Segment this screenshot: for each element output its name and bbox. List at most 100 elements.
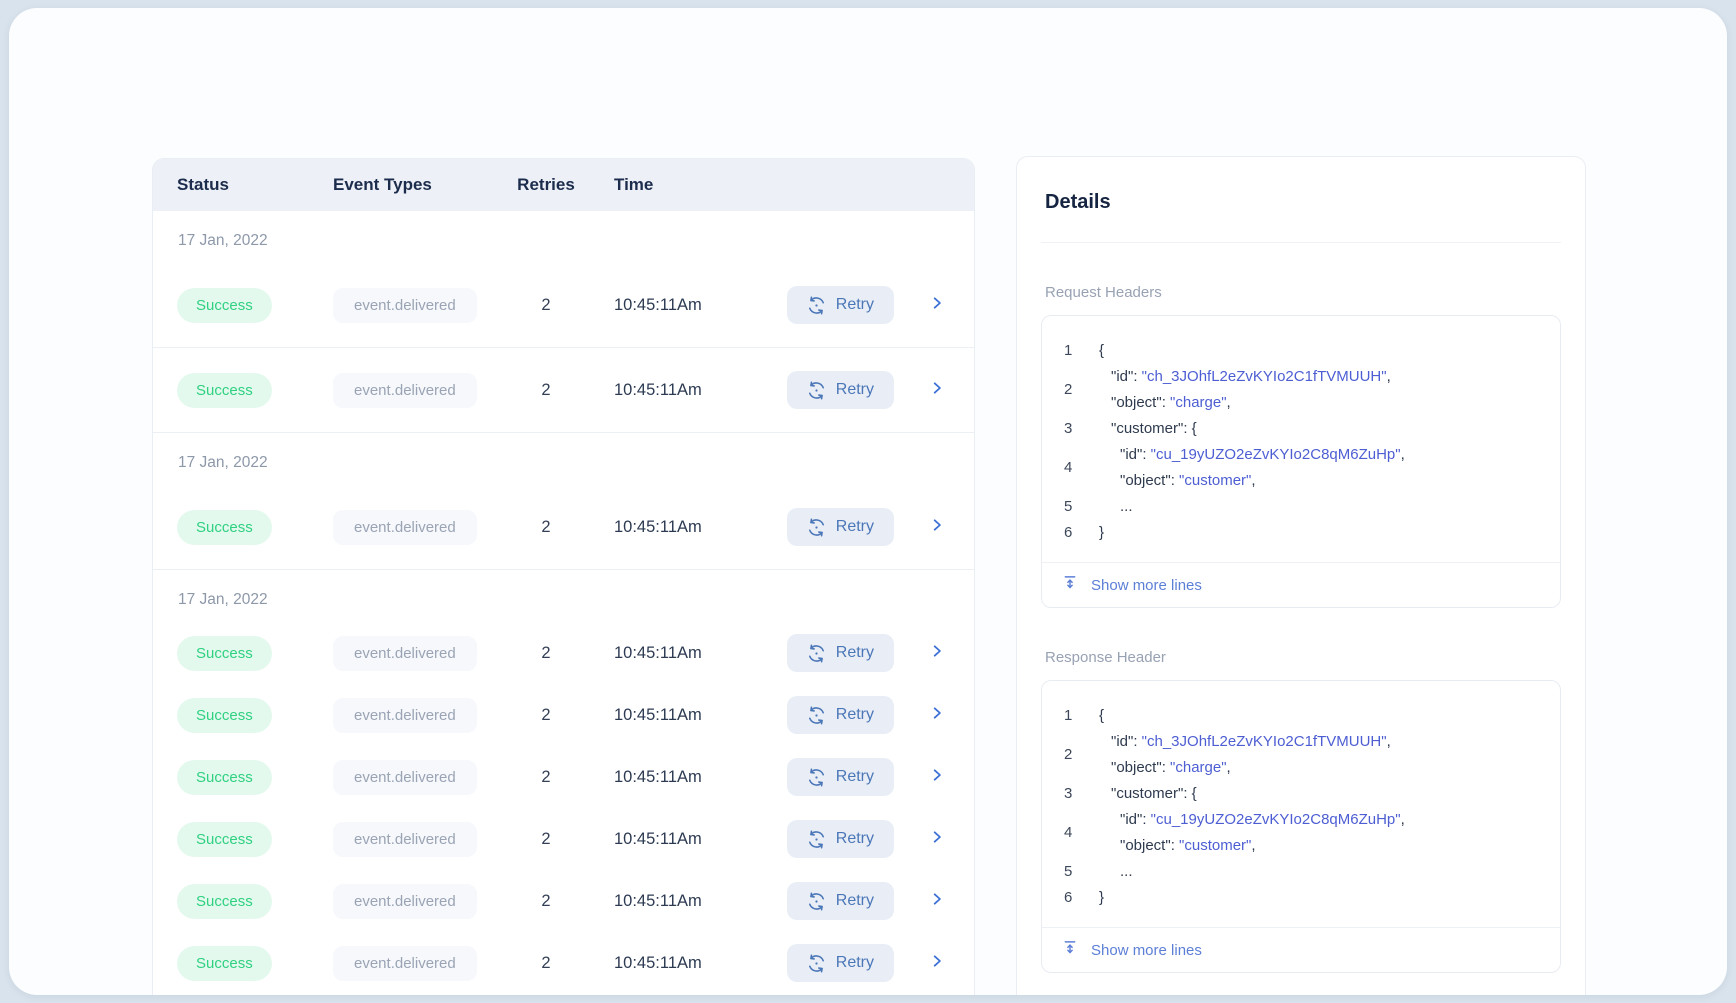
code-row: 3 "customer": { [1064,416,1542,442]
code-section-label: Response Header [1045,649,1166,666]
line-number: 1 [1064,342,1073,359]
row-expand-control[interactable] [930,706,944,725]
event-row[interactable]: Success event.delivered 2 10:45:11Am Ret… [153,808,974,870]
retries-value: 2 [541,705,551,724]
event-row[interactable]: Success event.delivered 2 10:45:11Am Ret… [153,684,974,746]
code-line: "id": "cu_19yUZO2eZvKYIo2C8qM6ZuHp", [1120,446,1405,463]
chevron-right-icon [930,296,944,315]
retries-value: 2 [541,380,551,399]
table-body: 17 Jan, 2022 Success event.delivered 2 1… [153,211,974,994]
time-value: 10:45:11Am [614,767,702,786]
unfold-more-icon [1062,939,1078,961]
time-value: 10:45:11Am [614,705,702,724]
retry-button[interactable]: Retry [786,820,894,858]
event-type-pill: event.delivered [333,821,477,857]
status-badge: Success [177,945,272,981]
row-expand-control[interactable] [930,381,944,400]
code-line: ... [1120,863,1133,880]
event-row[interactable]: Success event.delivered 2 10:45:11Am Ret… [153,932,974,994]
event-type-pill: event.delivered [333,883,477,919]
retry-button[interactable]: Retry [786,286,894,324]
row-expand-control[interactable] [930,768,944,787]
event-type-pill: event.delivered [333,509,477,545]
row-expand-control[interactable] [930,518,944,537]
code-line: "customer": { [1111,785,1197,802]
code-row: 6 } [1064,520,1542,546]
chevron-right-icon [930,954,944,973]
time-value: 10:45:11Am [614,953,702,972]
code-row: 2 "id": "ch_3JOhfL2eZvKYIo2C1fTVMUUH", "o… [1064,729,1542,781]
date-group-rows: Success event.delivered 2 10:45:11Am Ret… [153,622,974,994]
code-section-label: Request Headers [1045,284,1162,301]
code-line: "object": "customer", [1120,837,1256,854]
retry-button[interactable]: Retry [786,696,894,734]
status-badge: Success [177,697,272,733]
event-row[interactable]: Success event.delivered 2 10:45:11Am Ret… [153,348,974,432]
retry-button-label: Retry [835,644,874,661]
retry-button-label: Retry [835,830,874,847]
row-expand-control[interactable] [930,954,944,973]
line-number: 2 [1064,381,1073,398]
code-section: Response Header 1 { 2 "id": "ch_3JOhfL2e… [1041,649,1561,973]
chevron-right-icon [930,768,944,787]
details-divider [1041,242,1561,243]
line-number: 4 [1064,824,1073,841]
code-card: 1 { 2 "id": "ch_3JOhfL2eZvKYIo2C1fTVMUUH… [1041,680,1561,973]
code-line: "id": "ch_3JOhfL2eZvKYIo2C1fTVMUUH", [1111,733,1391,750]
retry-button[interactable]: Retry [786,758,894,796]
event-type-pill: event.delivered [333,759,477,795]
retry-button-label: Retry [835,296,874,313]
event-date-group: 17 Jan, 2022 Success event.delivered 2 1… [153,211,974,433]
row-expand-control[interactable] [930,830,944,849]
event-row[interactable]: Success event.delivered 2 10:45:11Am Ret… [153,746,974,808]
show-more-lines-label: Show more lines [1091,941,1202,959]
show-more-lines-button[interactable]: Show more lines [1042,927,1560,972]
chevron-right-icon [930,706,944,725]
chevron-right-icon [930,644,944,663]
event-type-pill: event.delivered [333,287,477,323]
code-block: 1 { 2 "id": "ch_3JOhfL2eZvKYIo2C1fTVMUUH… [1042,316,1560,562]
retry-icon [807,705,826,725]
code-line: "object": "charge", [1111,759,1231,776]
row-expand-control[interactable] [930,892,944,911]
retry-button[interactable]: Retry [786,634,894,672]
retry-icon [807,517,826,537]
date-group-label: 17 Jan, 2022 [178,232,268,249]
event-row[interactable]: Success event.delivered 2 10:45:11Am Ret… [153,485,974,569]
row-expand-control[interactable] [930,296,944,315]
line-number: 3 [1064,785,1073,802]
code-line: "id": "cu_19yUZO2eZvKYIo2C8qM6ZuHp", [1120,811,1405,828]
show-more-lines-button[interactable]: Show more lines [1042,562,1560,607]
code-line: } [1099,524,1105,541]
event-date-group: 17 Jan, 2022 Success event.delivered 2 1… [153,570,974,994]
code-line: "object": "charge", [1111,394,1231,411]
code-row: 6 } [1064,885,1542,911]
retries-value: 2 [541,767,551,786]
code-row: 5 ... [1064,494,1542,520]
line-number: 1 [1064,707,1073,724]
chevron-right-icon [930,381,944,400]
code-row: 4 "id": "cu_19yUZO2eZvKYIo2C8qM6ZuHp", "o… [1064,442,1542,494]
retry-icon [807,643,826,663]
row-expand-control[interactable] [930,644,944,663]
column-header-status: Status [177,175,229,194]
event-row[interactable]: Success event.delivered 2 10:45:11Am Ret… [153,870,974,932]
status-badge: Success [177,287,272,323]
line-number: 6 [1064,889,1073,906]
time-value: 10:45:11Am [614,829,702,848]
events-table-card: Status Event Types Retries Time 17 Jan, … [152,158,975,995]
retry-icon [807,295,826,315]
code-row: 5 ... [1064,859,1542,885]
retries-value: 2 [541,891,551,910]
app-page: Status Event Types Retries Time 17 Jan, … [9,8,1727,995]
retry-button[interactable]: Retry [786,371,894,409]
event-row[interactable]: Success event.delivered 2 10:45:11Am Ret… [153,622,974,684]
retries-value: 2 [541,295,551,314]
retries-value: 2 [541,643,551,662]
date-group-rows: Success event.delivered 2 10:45:11Am Ret… [153,485,974,570]
retry-button[interactable]: Retry [786,944,894,982]
event-row[interactable]: Success event.delivered 2 10:45:11Am Ret… [153,263,974,347]
retry-button[interactable]: Retry [786,508,894,546]
retry-button[interactable]: Retry [786,882,894,920]
column-header-retries: Retries [517,175,575,194]
